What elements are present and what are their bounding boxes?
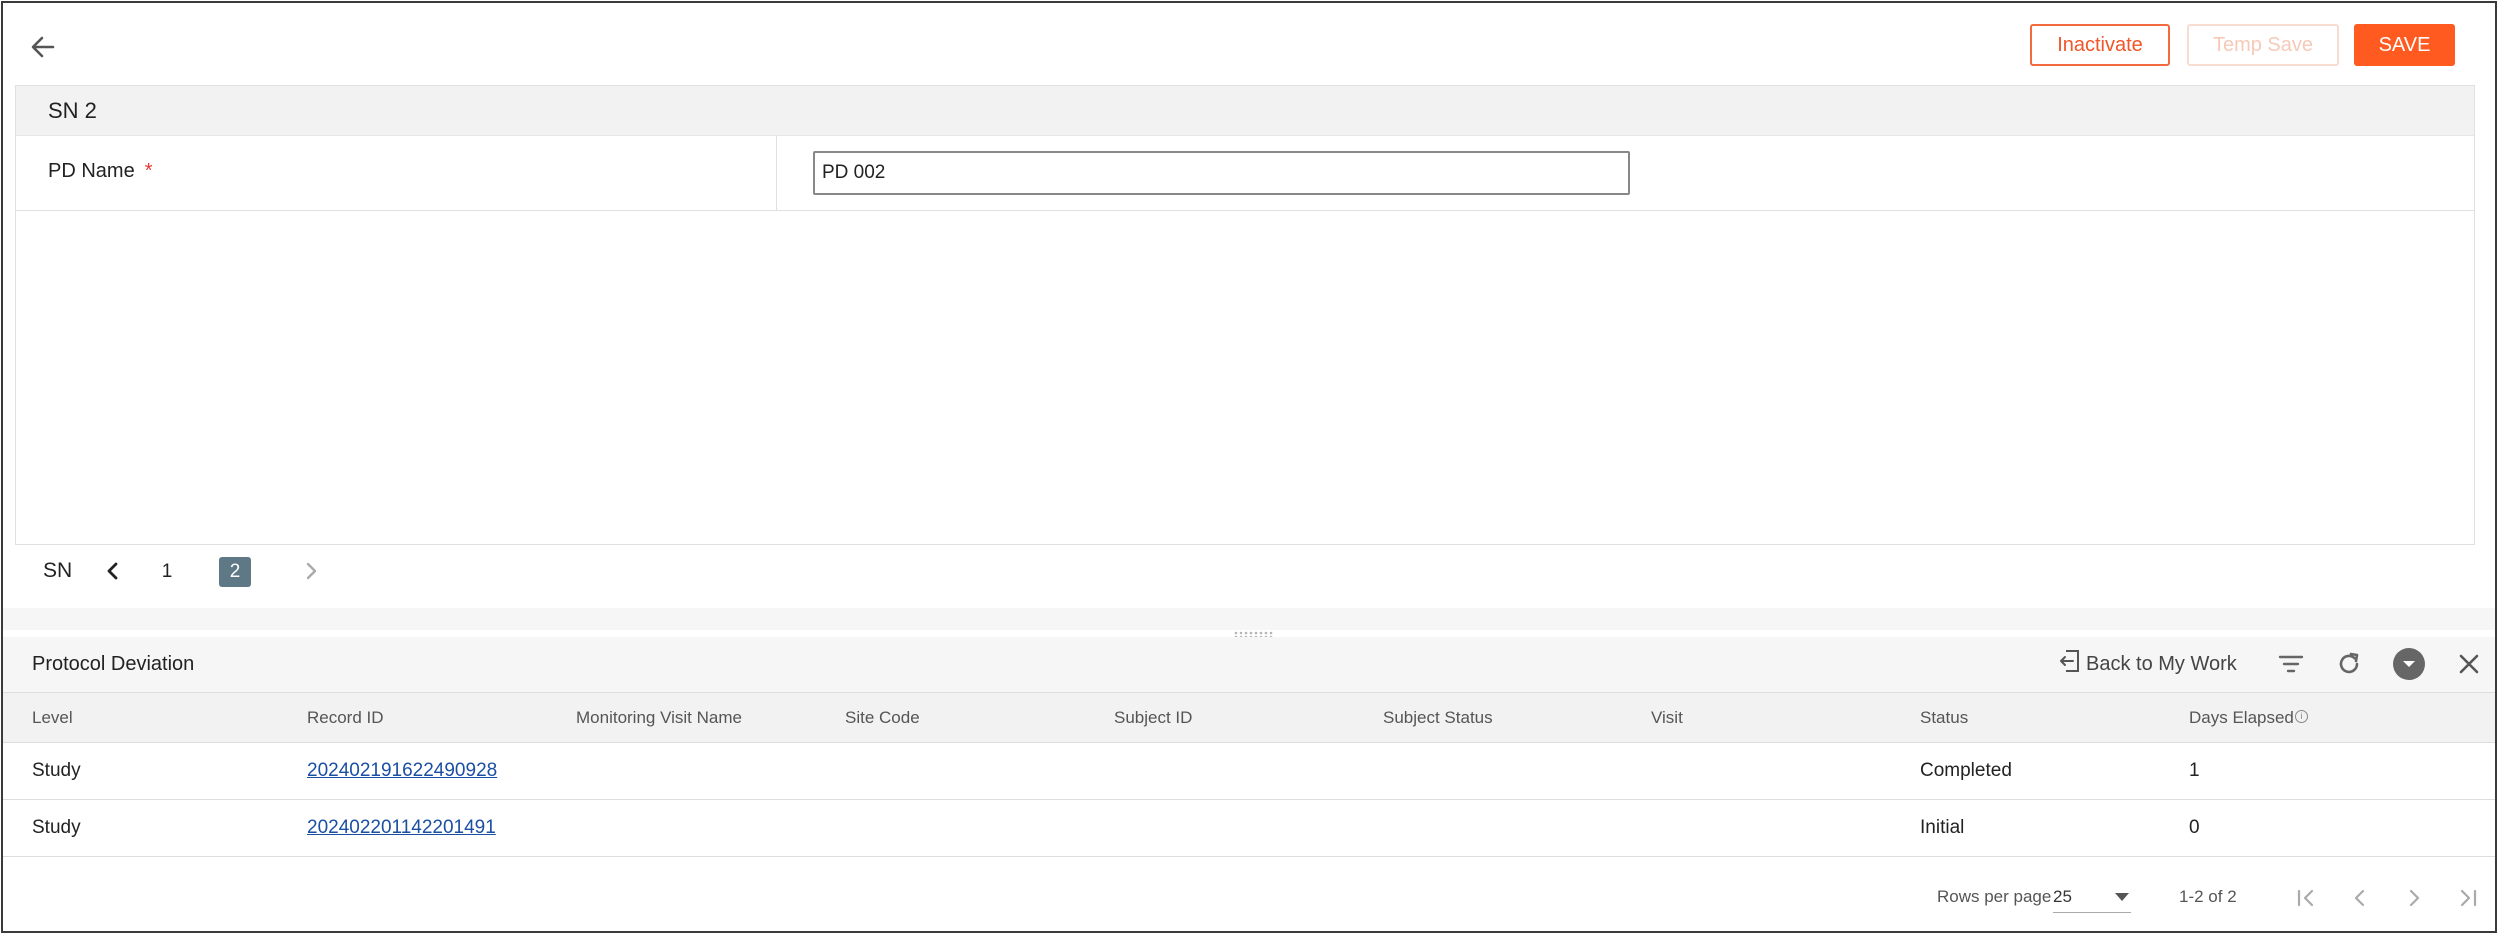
record-id-link[interactable]: 202402201142201491 <box>307 817 496 839</box>
prev-page-icon[interactable] <box>2343 881 2377 915</box>
protocol-deviation-panel: Protocol Deviation Back to My Work Level… <box>3 637 2495 931</box>
app-frame: Inactivate Temp Save SAVE SN 2 PD Name * … <box>1 1 2497 933</box>
cell-level: Study <box>32 760 81 781</box>
back-to-work-button[interactable]: Back to My Work <box>2058 648 2237 680</box>
table-row[interactable]: Study 202402191622490928 Completed 1 <box>3 743 2495 800</box>
column-header-record-id[interactable]: Record ID <box>307 708 384 728</box>
info-icon[interactable]: i <box>2294 710 2308 723</box>
record-id-link[interactable]: 202402191622490928 <box>307 760 497 782</box>
sn-pager-label: SN <box>43 559 73 582</box>
column-header-subject-status[interactable]: Subject Status <box>1383 708 1493 728</box>
column-header-subject-id[interactable]: Subject ID <box>1114 708 1192 728</box>
cell-status: Completed <box>1920 760 2012 781</box>
chevron-left-icon[interactable] <box>99 557 127 585</box>
inactivate-button[interactable]: Inactivate <box>2030 24 2170 66</box>
pd-name-input[interactable] <box>813 151 1630 195</box>
back-to-work-label: Back to My Work <box>2086 652 2237 675</box>
column-header-monitoring-visit-name[interactable]: Monitoring Visit Name <box>576 708 742 728</box>
caret-down-icon <box>2115 893 2129 901</box>
column-header-visit[interactable]: Visit <box>1651 708 1683 728</box>
back-to-work-icon <box>2058 647 2086 681</box>
rows-per-page-label: Rows per page <box>1937 887 2052 906</box>
section-title: SN 2 <box>16 86 2474 136</box>
chevron-right-icon[interactable] <box>297 557 325 585</box>
next-page-icon[interactable] <box>2397 881 2431 915</box>
table-row[interactable]: Study 202402201142201491 Initial 0 <box>3 800 2495 857</box>
sn-page-2-active[interactable]: 2 <box>219 557 251 587</box>
sn-pager: SN 1 2 <box>43 553 443 589</box>
cell-days-elapsed: 1 <box>2189 760 2200 781</box>
form-divider <box>776 136 777 211</box>
table-header: Level Record ID Monitoring Visit Name Si… <box>3 693 2495 743</box>
pd-name-label-group: PD Name * <box>48 160 153 183</box>
cell-level: Study <box>32 817 81 838</box>
rows-per-page-value: 25 <box>2053 887 2072 906</box>
pd-name-row: PD Name * <box>16 136 2474 211</box>
first-page-icon[interactable] <box>2289 881 2323 915</box>
table-footer: Rows per page 25 1-2 of 2 <box>3 859 2495 931</box>
column-header-level[interactable]: Level <box>32 708 73 728</box>
last-page-icon[interactable] <box>2451 881 2485 915</box>
protocol-deviation-table: Level Record ID Monitoring Visit Name Si… <box>3 693 2495 857</box>
refresh-icon[interactable] <box>2332 647 2366 681</box>
panel-header: Protocol Deviation Back to My Work <box>3 637 2495 693</box>
column-header-status[interactable]: Status <box>1920 708 1968 728</box>
save-button[interactable]: SAVE <box>2354 24 2455 66</box>
drag-handle-icon[interactable] <box>1233 627 1275 639</box>
close-icon[interactable] <box>2452 647 2486 681</box>
back-arrow-icon[interactable] <box>25 29 61 65</box>
required-marker: * <box>144 160 153 182</box>
column-header-days-elapsed[interactable]: Days Elapsed i <box>2189 708 2308 728</box>
rows-per-page-select[interactable]: 25 <box>2053 881 2131 913</box>
column-header-site-code[interactable]: Site Code <box>845 708 920 728</box>
form-card: SN 2 PD Name * <box>15 85 2475 545</box>
panel-title: Protocol Deviation <box>32 653 195 675</box>
filter-icon[interactable] <box>2274 647 2308 681</box>
cell-days-elapsed: 0 <box>2189 817 2200 838</box>
pd-name-label: PD Name <box>48 160 135 182</box>
expand-icon[interactable] <box>2392 647 2426 681</box>
sn-page-1[interactable]: 1 <box>151 557 183 587</box>
temp-save-button[interactable]: Temp Save <box>2187 24 2339 66</box>
cell-status: Initial <box>1920 817 1965 838</box>
page-range-text: 1-2 of 2 <box>2179 887 2237 906</box>
days-elapsed-label: Days Elapsed <box>2189 708 2294 727</box>
